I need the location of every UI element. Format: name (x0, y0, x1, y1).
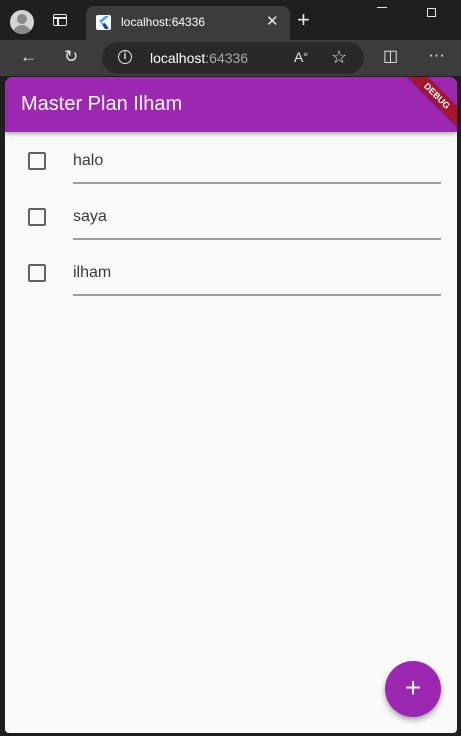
app-bar: Master Plan Ilham (5, 77, 457, 132)
address-bar[interactable]: i localhost:64336 A» ☆ (102, 42, 364, 74)
profile-head-shape (17, 14, 27, 24)
task-list-item: halo (5, 132, 457, 188)
tab-title: localhost:64336 (121, 15, 206, 29)
task-text-field[interactable]: ilham (73, 264, 111, 282)
more-options-icon[interactable]: ··· (428, 45, 445, 65)
page-title: Master Plan Ilham (21, 93, 183, 115)
task-text-field[interactable]: halo (73, 152, 103, 170)
favorite-star-icon[interactable]: ☆ (331, 47, 347, 68)
profile-body-shape (13, 25, 31, 34)
read-aloud-icon[interactable]: A» (294, 49, 308, 65)
task-field-underline (73, 238, 441, 240)
task-list-item: saya (5, 188, 457, 244)
app-viewport: Master Plan Ilham DEBUG halo saya ilham … (5, 77, 457, 733)
task-checkbox[interactable] (28, 208, 46, 226)
url-host: localhost (150, 50, 206, 66)
task-text-field[interactable]: saya (73, 208, 107, 226)
reload-icon[interactable]: ↻ (64, 47, 78, 67)
add-task-fab[interactable]: + (385, 661, 441, 717)
task-checkbox[interactable] (28, 152, 46, 170)
browser-title-bar: localhost:64336 ✕ + (0, 0, 461, 40)
task-field-underline (73, 294, 441, 296)
profile-avatar[interactable] (10, 10, 34, 34)
site-info-icon[interactable]: i (118, 50, 132, 64)
tab-close-icon[interactable]: ✕ (266, 13, 279, 31)
new-tab-icon[interactable]: + (297, 9, 310, 31)
url-text[interactable]: localhost:64336 (150, 50, 248, 66)
flutter-favicon-icon (96, 15, 111, 30)
tab-actions-icon[interactable] (53, 14, 67, 26)
back-arrow-icon[interactable]: ← (20, 47, 37, 67)
read-aloud-label: A (294, 49, 304, 65)
task-field-underline (73, 182, 441, 184)
task-list-item: ilham (5, 244, 457, 300)
task-checkbox[interactable] (28, 264, 46, 282)
maximize-window-icon[interactable] (427, 8, 436, 17)
minimize-window-icon[interactable] (377, 7, 387, 8)
url-port: :64336 (205, 50, 249, 66)
browser-toolbar: ← ↻ i localhost:64336 A» ☆ ◫ ··· (0, 40, 461, 76)
add-icon: + (404, 672, 422, 703)
split-screen-icon[interactable]: ◫ (383, 47, 398, 67)
browser-tab[interactable]: localhost:64336 ✕ (86, 6, 290, 40)
